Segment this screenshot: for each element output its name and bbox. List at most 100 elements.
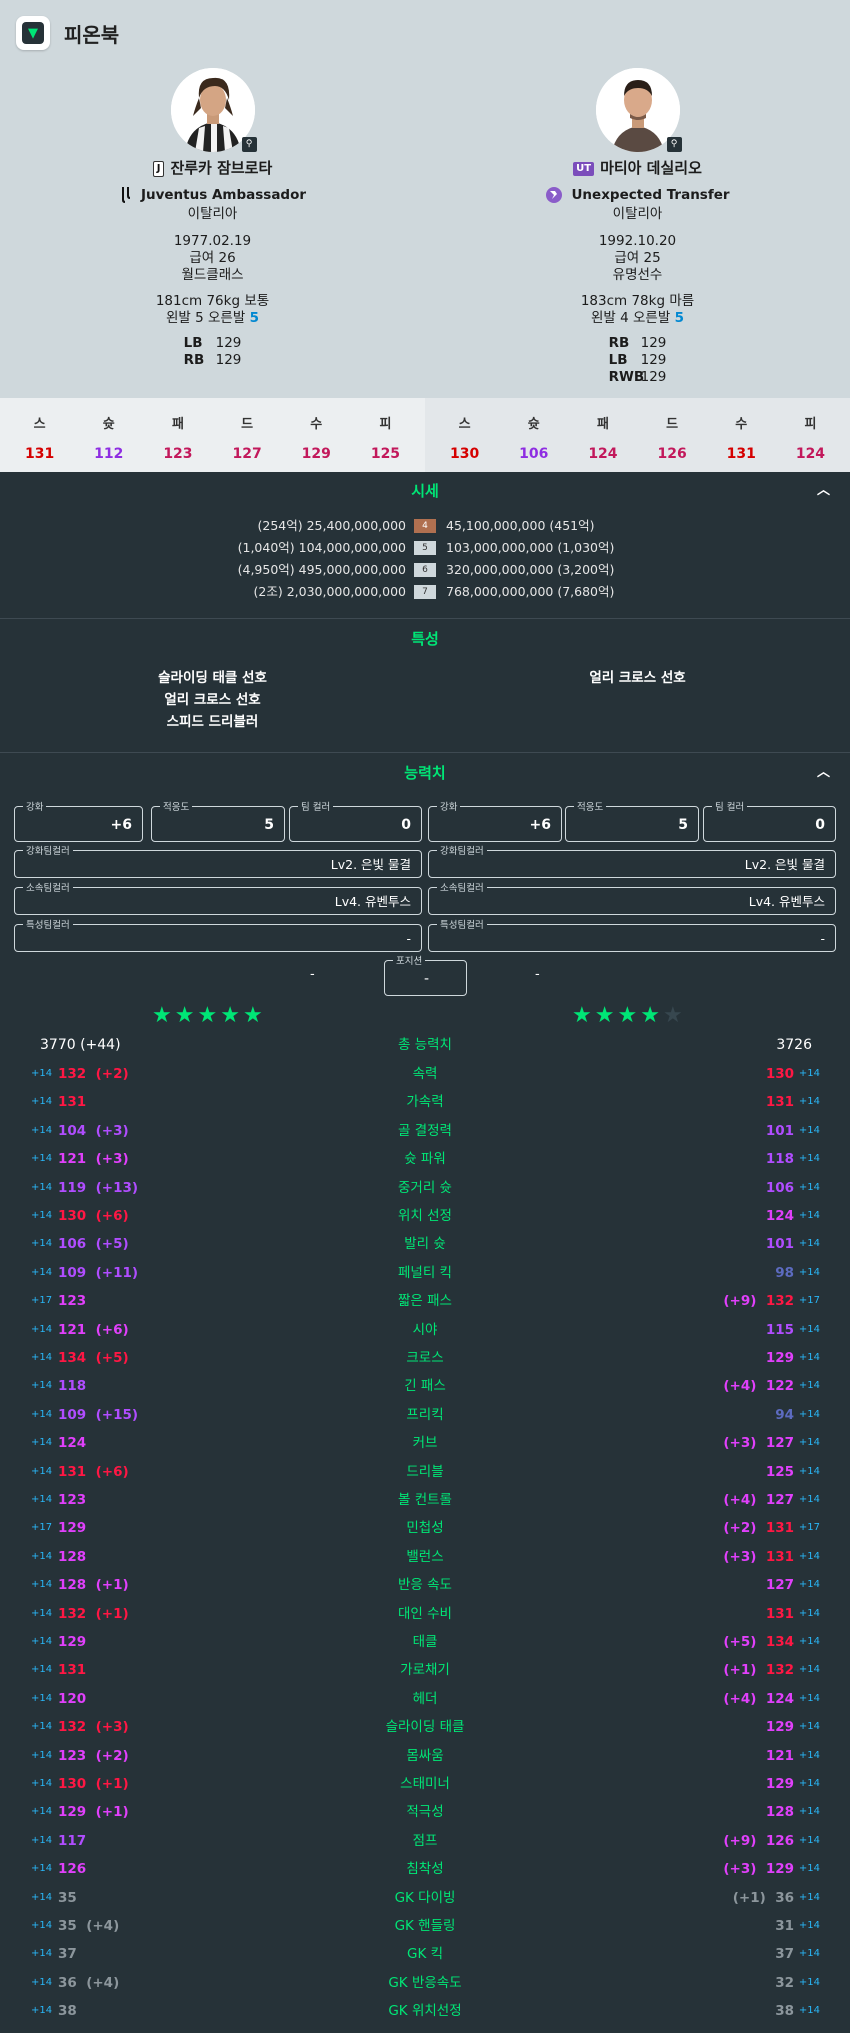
summary-stat: 피 124 [776, 398, 845, 472]
stat-plus-right: +14 [798, 1323, 820, 1335]
stat-plus-right: +14 [798, 1380, 820, 1392]
stat-row: +14 38 GK 위치선정 38 +14 [0, 1997, 850, 2025]
stat-row: +17 129 민첩성 (+2) 131 +17 [0, 1514, 850, 1542]
stat-value-right: (+9) 132 [723, 1293, 794, 1310]
summary-stat: 드 127 [213, 398, 282, 472]
summary-stat: 슛 112 [74, 398, 143, 472]
summary-stat-label: 수 [735, 417, 748, 432]
stat-row: +14 134 (+5) 크로스 129 +14 [0, 1344, 850, 1372]
stat-row: +14 124 커브 (+3) 127 +14 [0, 1429, 850, 1457]
salary: 급여 25 [614, 250, 661, 266]
traits-section-header: 특성 [411, 630, 439, 648]
player-grade: 월드클래스 [181, 267, 244, 283]
summary-stat-label: 패 [596, 417, 609, 432]
summary-stat-label: 피 [379, 417, 392, 432]
summary-left: 스 131 슛 112 패 123 드 127 수 129 피 125 [0, 398, 425, 472]
stat-value-right: 127 [765, 1577, 794, 1594]
fionbook-logo-icon[interactable]: ▼ [16, 16, 50, 50]
stat-row: +14 35 GK 다이빙 (+1) 36 +14 [0, 1884, 850, 1912]
team-color-field-right[interactable]: 팀 컬러 0 [703, 799, 836, 842]
salary: 급여 26 [189, 250, 236, 266]
summary-stat: 수 131 [707, 398, 776, 472]
trait-team-color-field-left[interactable]: 특성팀컬러 - [14, 917, 422, 952]
enhance-level-badge: 7 [414, 585, 436, 599]
enhance-field-right[interactable]: 강화 +6 [428, 799, 562, 842]
summary-stat-value: 124 [588, 446, 618, 462]
team-color-field-left[interactable]: 팀 컬러 0 [289, 799, 422, 842]
season-badge-icon: UT [573, 161, 595, 176]
stat-value-right: (+2) 131 [723, 1520, 794, 1537]
birth-date: 1977.02.19 [173, 233, 252, 249]
adapt-field-left[interactable]: 적응도 5 [151, 799, 285, 842]
summary-stat-label: 수 [310, 417, 323, 432]
player-header-panel: ▼ 피온북 ⚲ J 잔루카 잠브로타 Juventus Ambassador 이… [0, 0, 850, 398]
summary-stat-value: 123 [163, 446, 193, 462]
summary-stat: 스 131 [5, 398, 74, 472]
stat-plus-right: +14 [798, 1153, 820, 1165]
position-select[interactable]: 포지션 - [384, 953, 467, 996]
position-row: LB 129 [608, 352, 667, 368]
stat-row: +14 117 점프 (+9) 126 +14 [0, 1827, 850, 1855]
search-icon[interactable]: ⚲ [241, 137, 257, 152]
player-photo[interactable]: ⚲ [170, 68, 257, 152]
stat-value-right: (+3) 127 [723, 1435, 794, 1452]
stat-value-right: 101 [765, 1236, 794, 1253]
price-row: (4,950억) 495,000,000,000 6 320,000,000,000… [0, 559, 850, 581]
enhance-level-badge: 4 [414, 519, 436, 533]
stat-plus-right: +14 [798, 1181, 820, 1193]
star-icon: ★ [572, 1003, 595, 1028]
enhance-field-left[interactable]: 강화 +6 [14, 799, 143, 842]
stat-row: +14 120 헤더 (+4) 124 +14 [0, 1685, 850, 1713]
player-photo[interactable]: ⚲ [595, 68, 682, 152]
own-team-color-field-left[interactable]: 소속팀컬러 Lv4. 유벤투스 [14, 880, 422, 915]
position-row: RWB 129 [608, 369, 667, 385]
stat-value-right: (+3) 131 [723, 1548, 794, 1565]
search-icon[interactable]: ⚲ [666, 137, 682, 152]
summary-stat: 수 129 [282, 398, 351, 472]
stat-name: 위치 선정 [398, 1208, 452, 1224]
adapt-field-right[interactable]: 적응도 5 [565, 799, 699, 842]
stat-row: +14 35 (+4) GK 핸들링 31 +14 [0, 1912, 850, 1940]
star-rating-right: ★★★★★ [572, 1003, 686, 1028]
stat-value-right: 125 [765, 1463, 794, 1480]
stat-value-right: 129 [765, 1776, 794, 1792]
star-icon: ★ [152, 1003, 175, 1028]
stat-row: +14 36 (+4) GK 반응속도 32 +14 [0, 1969, 850, 1997]
stat-value-right: 101 [765, 1122, 794, 1139]
position-value-left: - [310, 967, 315, 982]
enh-team-color-field-right[interactable]: 강화팀컬러 Lv2. 은빛 물결 [428, 843, 836, 878]
stat-row: +14 132 (+2) 속력 130 +14 [0, 1060, 850, 1088]
stat-plus-right: +14 [798, 1664, 820, 1676]
season-badge-icon: J [152, 160, 165, 177]
stat-value-right: (+5) 134 [723, 1634, 794, 1650]
price-right: 768,000,000,000 (7,680억) [446, 584, 615, 599]
stat-name: GK 킥 [406, 1946, 444, 1963]
position-value-right: - [535, 967, 540, 982]
juventus-logo-icon [121, 187, 130, 203]
price-section-header[interactable]: 시세 ︿ [0, 472, 850, 510]
stat-value-right: 129 [765, 1719, 794, 1736]
price-left: (4,950억) 495,000,000,000 [237, 562, 406, 577]
summary-stat-value: 129 [301, 446, 331, 462]
ability-section-header[interactable]: 능력치 ︿ [0, 754, 850, 792]
enh-team-color-field-left[interactable]: 강화팀컬러 Lv2. 은빛 물결 [14, 843, 422, 878]
summary-stat-label: 드 [666, 417, 679, 432]
stat-name: 적극성 [406, 1804, 444, 1821]
own-team-color-field-right[interactable]: 소속팀컬러 Lv4. 유벤투스 [428, 880, 836, 915]
stat-row: +14 126 침착성 (+3) 129 +14 [0, 1855, 850, 1883]
stat-plus-right: +14 [798, 1721, 820, 1733]
chevron-up-icon[interactable]: ︿ [817, 754, 830, 792]
stat-plus-right: +14 [798, 1692, 820, 1704]
stat-row: +14 123 (+2) 몸싸움 121 +14 [0, 1742, 850, 1770]
trait-team-color-field-right[interactable]: 특성팀컬러 - [428, 917, 836, 952]
stat-value-right: 124 [765, 1208, 794, 1224]
stat-plus-right: +14 [798, 1494, 820, 1505]
divider [0, 752, 850, 753]
summary-stat-label: 패 [171, 417, 184, 432]
stat-value-right: 129 [765, 1350, 794, 1366]
stat-name: 속력 [412, 1066, 438, 1082]
total-ability-row: 3770 (+44) 총 능력치 3726 [40, 1037, 812, 1053]
chevron-up-icon[interactable]: ︿ [817, 472, 830, 510]
app-title: 피온북 [64, 22, 120, 47]
stat-value-right: (+3) 129 [723, 1861, 794, 1878]
